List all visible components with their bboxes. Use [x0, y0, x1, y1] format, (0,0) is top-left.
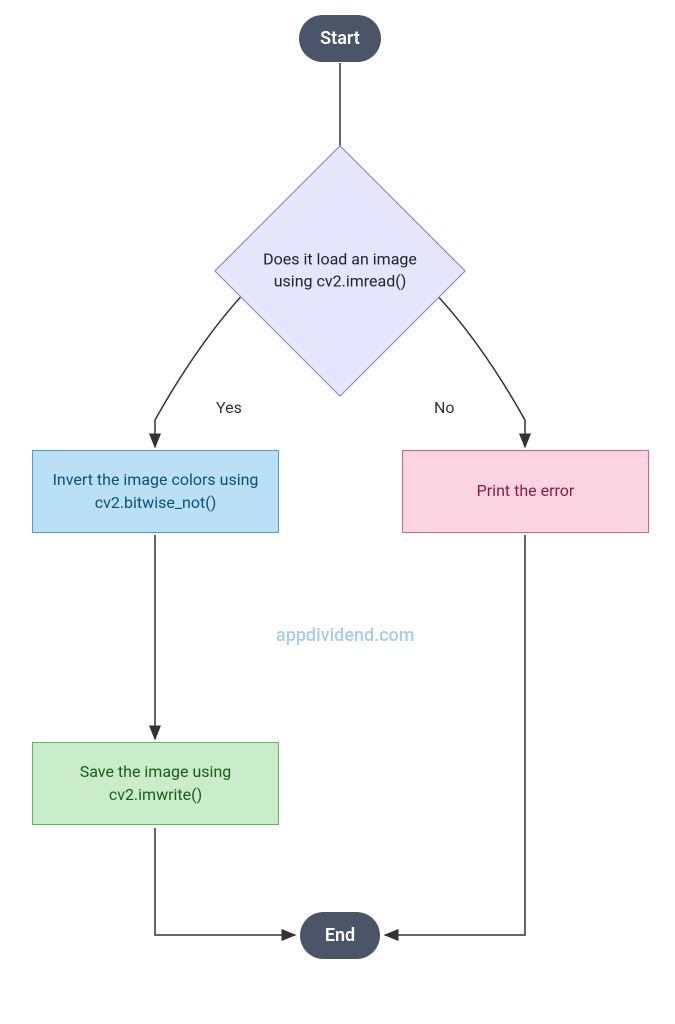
decision-node: Does it load an image using cv2.imread(): [251, 182, 429, 360]
no-label: No: [434, 398, 455, 417]
invert-node: Invert the image colors using cv2.bitwis…: [32, 450, 279, 533]
save-node: Save the image using cv2.imwrite(): [32, 742, 279, 825]
flowchart-diagram: Start Does it load an image using cv2.im…: [0, 0, 675, 1024]
error-node: Print the error: [402, 450, 649, 533]
end-node: End: [300, 912, 380, 959]
error-label: Print the error: [477, 480, 575, 502]
start-node: Start: [299, 15, 381, 62]
invert-label: Invert the image colors using cv2.bitwis…: [43, 469, 268, 514]
watermark: appdividend.com: [276, 625, 414, 646]
start-label: Start: [320, 28, 360, 49]
save-label: Save the image using cv2.imwrite(): [43, 761, 268, 806]
end-label: End: [325, 925, 355, 946]
yes-label: Yes: [216, 398, 242, 417]
decision-label: Does it load an image using cv2.imread(): [255, 249, 425, 294]
